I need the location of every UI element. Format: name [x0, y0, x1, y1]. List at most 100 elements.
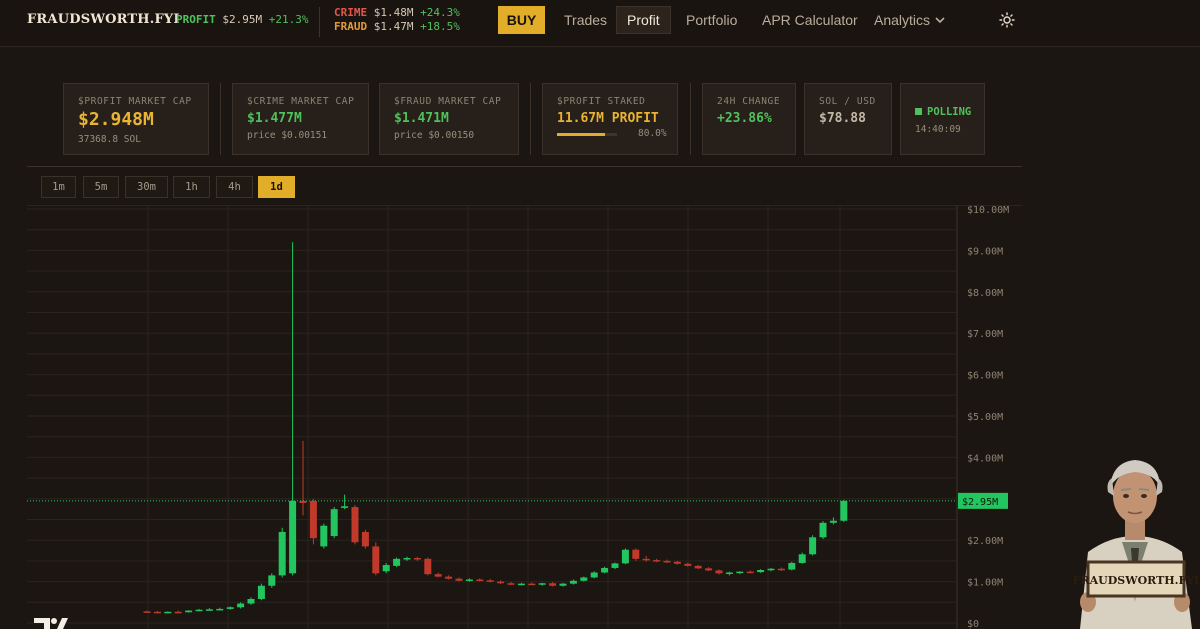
sol-usd-label: SOL / USD — [819, 96, 876, 107]
fraud-ticker-label: FRAUD — [334, 20, 368, 33]
price-chart[interactable]: $10.00M $9.00M $8.00M $7.00M $6.00M $5.00M $4.… — [0, 205, 1022, 629]
profit-staked-card: $PROFIT STAKED 11.67M PROFIT 80.0% — [542, 83, 678, 155]
candle-body — [393, 558, 401, 566]
candle-body — [549, 583, 557, 586]
candle-body — [278, 531, 286, 576]
candle-body — [694, 565, 702, 569]
nav-portfolio[interactable]: Portfolio — [686, 6, 737, 34]
candle-body — [611, 563, 619, 568]
candle-body — [798, 554, 806, 563]
candle-body — [174, 611, 182, 614]
mascot-sign-text: FRAUDSWORTH.FYI — [1073, 574, 1200, 587]
profit-market-cap-label: $PROFIT MARKET CAP — [78, 96, 192, 107]
candle-body — [559, 583, 567, 586]
polling-card: POLLING 14:40:09 — [900, 83, 985, 155]
profit-market-cap-card: $PROFIT MARKET CAP $2.948M 37368.8 SOL — [63, 83, 209, 155]
candle-body — [601, 567, 609, 573]
candle-body — [413, 558, 421, 560]
candle-body — [341, 506, 349, 508]
candle-body — [736, 571, 744, 574]
brand-logo[interactable]: FRAUDSWORTH.FYI — [27, 12, 180, 27]
candle-body — [569, 580, 577, 584]
candle-body — [320, 525, 328, 547]
candle-body — [309, 500, 317, 539]
candle-body — [257, 585, 265, 599]
candle-body — [829, 520, 837, 523]
candle-body — [237, 603, 245, 608]
interval-1m-button[interactable]: 1m — [41, 176, 76, 198]
candle-body — [580, 577, 588, 581]
candle-body — [777, 568, 785, 571]
candle-body — [809, 537, 817, 555]
candle-body — [361, 531, 369, 547]
nav-apr-calculator[interactable]: APR Calculator — [762, 6, 858, 34]
crime-price: price $0.00151 — [247, 130, 328, 141]
candle-body — [632, 549, 640, 559]
profit-market-cap-sol: 37368.8 SOL — [78, 134, 141, 145]
interval-4h-button[interactable]: 4h — [216, 176, 253, 198]
crime-ticker: CRIME $1.48M +24.3% — [334, 6, 460, 20]
candle-body — [746, 571, 754, 574]
candle-body — [247, 598, 255, 604]
staked-progress-fill — [557, 133, 605, 136]
nav-profit[interactable]: Profit — [616, 6, 671, 34]
candle-body — [476, 579, 484, 582]
chevron-down-icon — [935, 17, 945, 24]
candle-body — [268, 575, 276, 586]
candle-body — [725, 572, 733, 574]
fraud-market-cap-value: $1.471M — [394, 111, 449, 126]
candle-body — [330, 509, 338, 537]
candle-body — [507, 583, 515, 585]
crime-ticker-change: +24.3% — [420, 6, 460, 19]
ticker-divider — [319, 7, 320, 37]
candle-body — [465, 579, 473, 582]
current-price-line: $2.95M — [27, 492, 1008, 509]
candle-body — [205, 609, 213, 611]
mascot-image: FRAUDSWORTH.FYI — [1070, 452, 1200, 629]
candle-body — [289, 500, 297, 574]
nav-trades[interactable]: Trades — [564, 6, 607, 34]
nav-analytics[interactable]: Analytics — [874, 6, 946, 34]
fraud-price: price $0.00150 — [394, 130, 475, 141]
candlestick-series — [143, 242, 848, 614]
profit-staked-label: $PROFIT STAKED — [557, 96, 646, 107]
top-nav-bar: FRAUDSWORTH.FYI PROFIT $2.95M +21.3% CRI… — [0, 0, 1200, 47]
candle-body — [216, 608, 224, 611]
y-axis-tick-label: $8.00M — [967, 288, 1003, 299]
candle-body — [517, 583, 525, 586]
candle-body — [424, 558, 432, 575]
crime-market-cap-card: $CRIME MARKET CAP $1.477M price $0.00151 — [232, 83, 369, 155]
candle-body — [164, 611, 172, 614]
interval-1d-button[interactable]: 1d — [258, 176, 295, 198]
interval-5m-button[interactable]: 5m — [83, 176, 119, 198]
buy-button[interactable]: BUY — [498, 6, 545, 34]
interval-1h-button[interactable]: 1h — [173, 176, 210, 198]
card-divider — [220, 83, 221, 155]
candle-body — [653, 560, 661, 562]
sol-usd-card: SOL / USD $78.88 — [804, 83, 892, 155]
candle-body — [143, 611, 151, 613]
candle-body — [621, 549, 629, 564]
profit-ticker-value: $2.95M — [222, 13, 263, 26]
fraud-ticker: FRAUD $1.47M +18.5% — [334, 20, 460, 34]
sun-icon[interactable] — [999, 12, 1015, 28]
y-axis: $10.00M $9.00M $8.00M $7.00M $6.00M $5.00M $4.… — [956, 205, 1009, 629]
card-divider — [690, 83, 691, 155]
polling-indicator-icon — [915, 108, 922, 115]
fraud-ticker-change: +18.5% — [420, 20, 460, 33]
candle-body — [788, 562, 796, 570]
profit-ticker: PROFIT $2.95M +21.3% — [176, 13, 309, 26]
candle-body — [840, 500, 848, 521]
candle-body — [684, 563, 692, 566]
profit-market-cap-value: $2.948M — [78, 109, 154, 130]
crime-market-cap-label: $CRIME MARKET CAP — [247, 96, 355, 107]
interval-30m-button[interactable]: 30m — [125, 176, 168, 198]
candle-body — [195, 609, 203, 612]
candle-body — [372, 546, 380, 574]
y-axis-tick-label: $9.00M — [967, 246, 1003, 257]
y-axis-tick-label: $6.00M — [967, 371, 1003, 382]
change-24h-card: 24H CHANGE +23.86% — [702, 83, 796, 155]
candle-body — [767, 568, 775, 571]
candle-body — [705, 568, 713, 571]
candle-body — [642, 558, 650, 561]
